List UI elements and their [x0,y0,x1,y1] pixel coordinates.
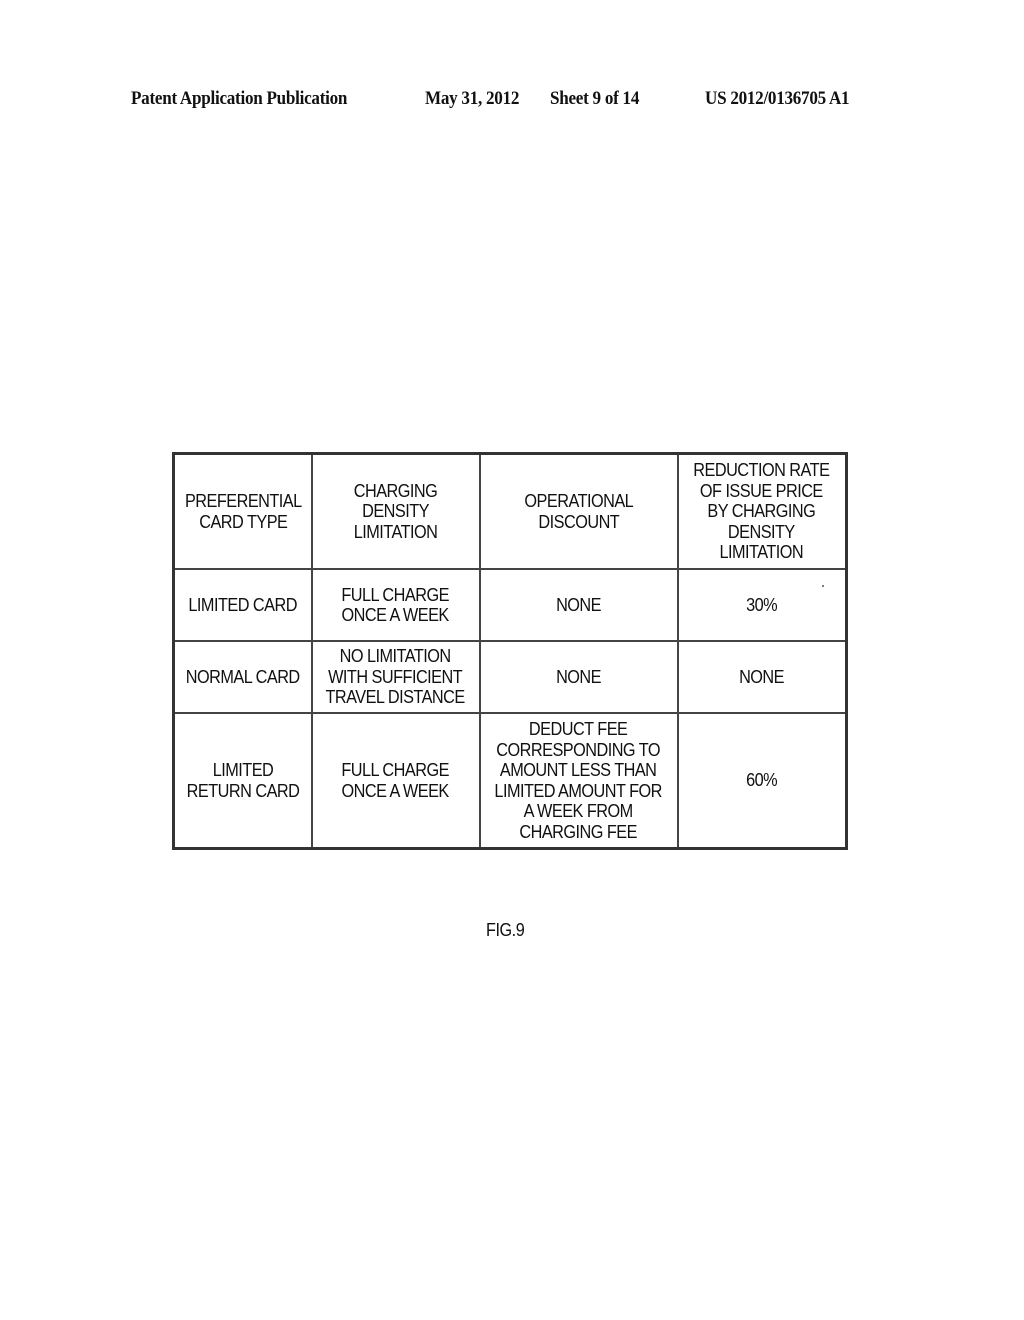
table-row: LIMITED RETURN CARD FULL CHARGE ONCE A W… [172,712,848,850]
table-cell: DEDUCT FEE CORRESPONDING TO AMOUNT LESS … [478,712,679,850]
table-cell: 30% [676,568,848,642]
table-cell: FULL CHARGE ONCE A WEEK [310,712,481,850]
figure-caption: FIG.9 [486,920,525,940]
table-cell: NONE [676,640,848,714]
publication-date: May 31, 2012 [425,88,520,109]
sheet-number: Sheet 9 of 14 [550,88,640,109]
patent-number: US 2012/0136705 A1 [705,88,850,109]
table-cell: 60% [676,712,848,850]
table-cell: NO LIMITATION WITH SUFFICIENT TRAVEL DIS… [310,640,481,714]
table-cell: LIMITED RETURN CARD [172,712,313,850]
table-cell: NONE [478,568,679,642]
header-cell: OPERATIONAL DISCOUNT [478,452,679,570]
preferential-card-table: PREFERENTIAL CARD TYPE CHARGING DENSITY … [172,452,848,850]
header-cell: PREFERENTIAL CARD TYPE [172,452,313,570]
table-row: NORMAL CARD NO LIMITATION WITH SUFFICIEN… [172,640,848,714]
table-header-row: PREFERENTIAL CARD TYPE CHARGING DENSITY … [172,452,848,570]
header-cell: CHARGING DENSITY LIMITATION [310,452,481,570]
table-row: LIMITED CARD FULL CHARGE ONCE A WEEK NON… [172,568,848,642]
table-cell: NORMAL CARD [172,640,313,714]
patent-header: Patent Application Publication May 31, 2… [0,88,1024,116]
table-cell: FULL CHARGE ONCE A WEEK [310,568,481,642]
publication-label: Patent Application Publication [131,88,348,109]
scan-speck [822,585,824,587]
header-cell: REDUCTION RATE OF ISSUE PRICE BY CHARGIN… [676,452,848,570]
table-cell: NONE [478,640,679,714]
table-cell: LIMITED CARD [172,568,313,642]
